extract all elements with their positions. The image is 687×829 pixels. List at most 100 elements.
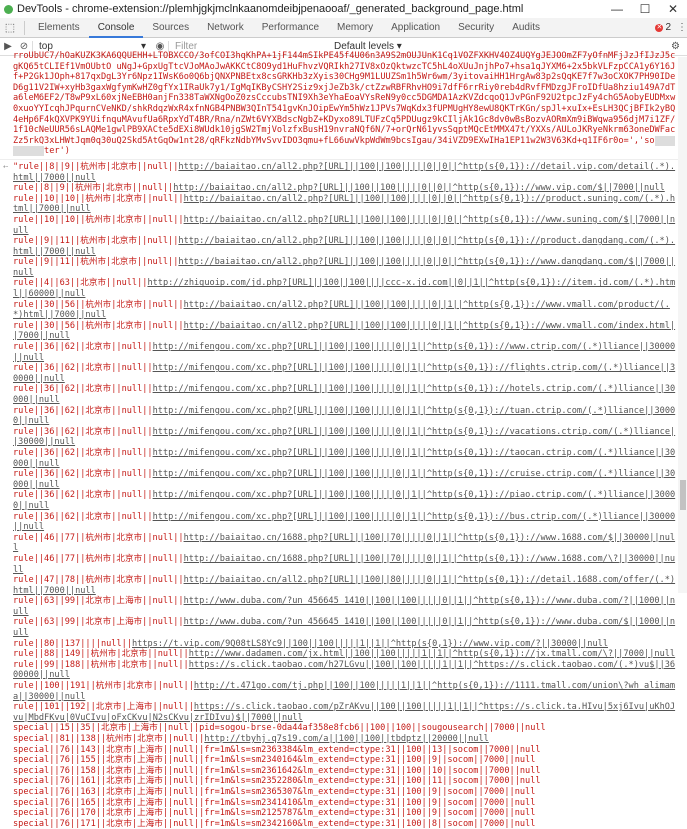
log-line: special||15||35||北京市|上海市||null||pid=sogo… (13, 723, 676, 734)
log-text: rule||4||63||北京市||null|| (13, 278, 148, 289)
log-text: rule||36||62||北京市||null|| (13, 490, 153, 501)
log-line: rule||101||192||北京市|上海市||null||https://s… (13, 702, 676, 723)
log-line: rule||100||191||杭州市|北京市||null||http://t.… (13, 681, 676, 702)
tab-application[interactable]: Application (382, 18, 449, 38)
log-link[interactable]: http://tbyhj.q7s19.com/a||100||100||tbdp… (204, 734, 489, 744)
console-message: rroUbUC7/hOaKUZK3KA6QQUEHH+LTOBXCCO/3ofC… (0, 51, 678, 160)
log-text: rule||36||62||北京市||null|| (13, 384, 153, 395)
log-line: special||76||171||北京市|上海市||null||fr=1m&l… (13, 819, 676, 829)
log-text: special||76||143||北京市|上海市||null||fr=1m&l… (13, 744, 541, 755)
log-text: rule||36||62||北京市||null|| (13, 426, 153, 437)
log-text: rule||10||10||杭州市|北京市||null|| (13, 193, 184, 204)
log-line: rule||36||62||北京市||null||http://mifengou… (13, 490, 676, 511)
log-text: rule||46||77||杭州市|北京市||null|| (13, 553, 184, 564)
log-line: rule||36||62||北京市||null||http://mifengou… (13, 363, 676, 384)
log-line: "rule||8||9||杭州市|北京市||null||http://baiai… (13, 162, 676, 183)
log-text: special||76||158||北京市|上海市||null||fr=1m&l… (13, 765, 541, 776)
log-text: rule||10||10||杭州市|北京市||null|| (13, 214, 184, 225)
log-line: special||76||155||北京市|上海市||null||fr=1m&l… (13, 755, 676, 766)
log-line: rule||8||9||杭州市|北京市||null||http://baiait… (13, 183, 676, 194)
tab-performance[interactable]: Performance (253, 18, 328, 38)
window-titlebar: DevTools - chrome-extension://plemhjgkjm… (0, 0, 687, 18)
log-line: rule||80||137||||null||https://t.vip.com… (13, 639, 676, 650)
log-text: special||76||171||北京市|上海市||null||fr=1m&l… (13, 818, 536, 829)
error-counter[interactable]: ✕ 2 (655, 22, 671, 33)
log-text: rule||36||62||北京市||null|| (13, 447, 153, 458)
log-text: "rule||8||9||杭州市|北京市||null|| (13, 161, 179, 172)
log-line: rule||36||62||北京市||null||http://mifengou… (13, 512, 676, 533)
window-title: DevTools - chrome-extension://plemhjgkjm… (17, 3, 524, 15)
log-line: rule||99||188||杭州市|北京市||null||https://s.… (13, 660, 676, 681)
log-text: rule||36||62||北京市||null|| (13, 342, 153, 353)
log-text: rule||46||77||杭州市|北京市||null|| (13, 532, 184, 543)
tab-security[interactable]: Security (449, 18, 503, 38)
maximize-button[interactable]: ☐ (631, 2, 659, 16)
log-line: rule||36||62||北京市||null||http://mifengou… (13, 427, 676, 448)
log-text: rule||63||99||北京市|上海市||null|| (13, 617, 184, 628)
tab-elements[interactable]: Elements (29, 18, 89, 38)
tab-console[interactable]: Console (88, 18, 144, 38)
devtools-logo-icon (4, 4, 13, 14)
console-result: ⇠ "rule||8||9||杭州市|北京市||null||http://bai… (0, 160, 678, 829)
log-text: rule||30||56||杭州市|北京市||null|| (13, 299, 184, 310)
log-text: rule||8||9||杭州市|北京市||null|| (13, 183, 174, 194)
log-line: rule||10||10||杭州市|北京市||null||http://baia… (13, 194, 676, 215)
log-line: rule||36||62||北京市||null||http://mifengou… (13, 448, 676, 469)
log-text: rule||63||99||北京市|上海市||null|| (13, 596, 184, 607)
more-options-icon[interactable]: ⋮ (677, 22, 687, 33)
devtools-tabbar: ⬚ Elements Console Sources Network Perfo… (0, 18, 687, 38)
log-line: rule||4||63||北京市||null||http://zhiguoip.… (13, 278, 676, 299)
console-scrollbar[interactable] (678, 57, 687, 593)
log-line: special||76||158||北京市|上海市||null||fr=1m&l… (13, 766, 676, 777)
log-line: rule||63||99||北京市|上海市||null||http://www.… (13, 596, 676, 617)
log-text: rule||47||78||杭州市|北京市||null|| (13, 575, 184, 586)
log-link[interactable]: https://t.vip.com/9Q08tLS8Yc9||100||100|… (132, 639, 608, 649)
log-text: special||76||161||北京市|上海市||null||fr=1m&l… (13, 776, 541, 787)
tab-memory[interactable]: Memory (328, 18, 382, 38)
minimize-button[interactable]: — (603, 2, 631, 16)
log-line: rule||36||62||北京市||null||http://mifengou… (13, 384, 676, 405)
inspect-element-icon[interactable]: ⬚ (0, 21, 20, 34)
log-link[interactable]: http://baiaitao.cn/all2.php?[URL]||100||… (173, 183, 665, 193)
encoded-string: rroUbUC7/hOaKUZK3KA6QQUEHH+LTOBXCCO/3ofC… (13, 51, 676, 146)
log-line: rule||30||56||杭州市|北京市||null||http://baia… (13, 321, 676, 342)
log-line: special||76||161||北京市|上海市||null||fr=1m&l… (13, 776, 676, 787)
log-text: rule||36||62||北京市||null|| (13, 363, 153, 374)
divider (24, 20, 25, 35)
log-line: rule||30||56||杭州市|北京市||null||http://baia… (13, 300, 676, 321)
log-line: rule||36||62||北京市||null||http://mifengou… (13, 342, 676, 363)
log-line: rule||36||62||北京市||null||http://mifengou… (13, 406, 676, 427)
scrollbar-thumb[interactable] (680, 480, 686, 510)
log-text: special||76||165||北京市|上海市||null||fr=1m&l… (13, 797, 536, 808)
encoded-string-tail: ter') (44, 146, 70, 157)
log-text: rule||9||11||杭州市|北京市||null|| (13, 236, 179, 247)
log-text: rule||30||56||杭州市|北京市||null|| (13, 320, 184, 331)
error-count: 2 (665, 22, 671, 33)
log-line: special||76||170||北京市|上海市||null||fr=1m&l… (13, 808, 676, 819)
log-text: special||76||155||北京市|上海市||null||fr=1m&l… (13, 755, 536, 766)
log-text: special||76||163||北京市|上海市||null||fr=1m&l… (13, 786, 536, 797)
result-arrow-icon: ⇠ (3, 161, 9, 172)
log-line: rule||88||149||杭州市|北京市||null||http://www… (13, 649, 676, 660)
log-text: special||15||35||北京市|上海市||null||pid=sogo… (13, 723, 546, 734)
log-text: rule||101||192||北京市|上海市||null|| (13, 702, 194, 713)
error-icon: ✕ (655, 23, 664, 32)
log-line: special||76||143||北京市|上海市||null||fr=1m&l… (13, 745, 676, 756)
log-text: special||76||170||北京市|上海市||null||fr=1m&l… (13, 808, 536, 819)
tab-network[interactable]: Network (198, 18, 253, 38)
log-text: rule||99||188||杭州市|北京市||null|| (13, 659, 189, 670)
log-text: rule||80||137||||null|| (13, 638, 132, 649)
log-line: rule||46||77||杭州市|北京市||null||http://baia… (13, 554, 676, 575)
console-output: rroUbUC7/hOaKUZK3KA6QQUEHH+LTOBXCCO/3ofC… (0, 51, 678, 829)
log-text: rule||9||11||杭州市|北京市||null|| (13, 257, 179, 268)
tab-audits[interactable]: Audits (503, 18, 549, 38)
tab-sources[interactable]: Sources (143, 18, 198, 38)
log-text: rule||88||149||杭州市|北京市||null|| (13, 649, 189, 660)
log-text: rule||36||62||北京市||null|| (13, 469, 153, 480)
log-line: rule||9||11||杭州市|北京市||null||http://baiai… (13, 257, 676, 278)
close-button[interactable]: ✕ (659, 2, 687, 16)
log-text: rule||36||62||北京市||null|| (13, 511, 153, 522)
log-line: special||76||163||北京市|上海市||null||fr=1m&l… (13, 787, 676, 798)
log-line: special||81||138||杭州市|北京市||null||http://… (13, 734, 676, 745)
log-link[interactable]: http://www.dadamen.com/jx.html||100||100… (189, 649, 675, 659)
